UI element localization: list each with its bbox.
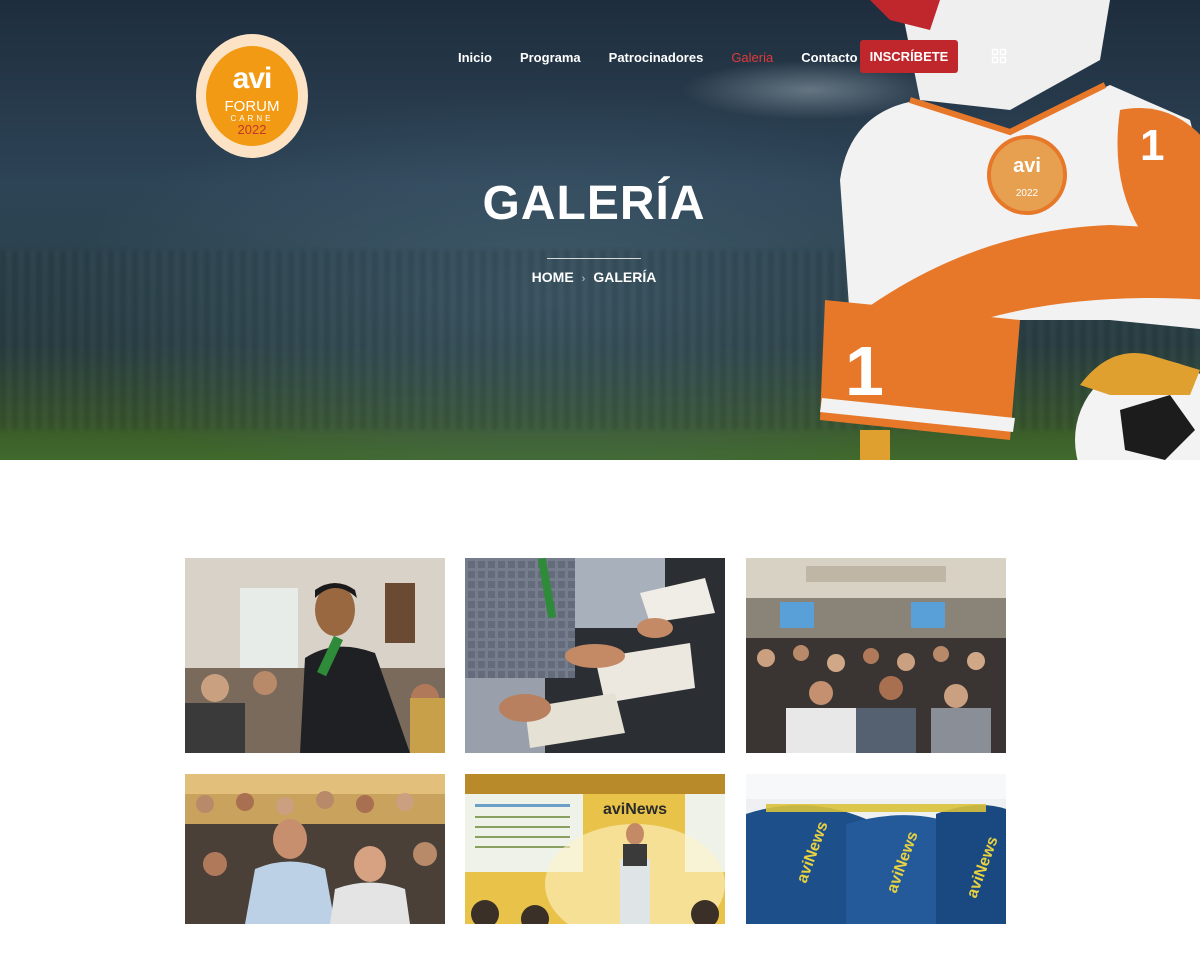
nav-item-patrocinadores[interactable]: Patrocinadores — [609, 50, 704, 65]
title-divider — [547, 258, 641, 259]
conference-speaker-photo[interactable] — [185, 558, 445, 753]
page-title: GALERÍA — [482, 177, 706, 230]
attendees-reading-photo[interactable] — [465, 558, 725, 753]
avinews-stage-photo[interactable]: aviNews — [465, 774, 725, 969]
logo-year-text: 2022 — [237, 122, 267, 137]
breadcrumb-home-link[interactable]: HOME — [532, 269, 574, 285]
nav-item-programa[interactable]: Programa — [520, 50, 581, 65]
breadcrumb-chevron-icon: › — [581, 273, 586, 285]
hero-banner: 1 avi 2022 1 avi FORUM CARNE 2022 Inicio… — [0, 0, 1200, 460]
seated-audience-photo[interactable] — [185, 774, 445, 969]
nav-item-inicio[interactable]: Inicio — [458, 50, 492, 65]
main-nav: Inicio Programa Patrocinadores Galeria C… — [458, 49, 886, 65]
breadcrumb-current: GALERÍA — [593, 269, 657, 285]
inscribete-button[interactable]: INSCRÍBETE — [860, 40, 958, 73]
sleeve-number: 1 — [1140, 121, 1164, 170]
nav-item-contacto[interactable]: Contacto — [801, 50, 857, 65]
nav-item-galeria[interactable]: Galeria — [731, 50, 773, 65]
stage-banner-label: aviNews — [603, 801, 667, 818]
breadcrumb: HOME › GALERÍA — [0, 269, 1188, 285]
auditorium-audience-photo[interactable] — [746, 558, 1006, 753]
grid-icon[interactable] — [991, 48, 1007, 64]
chest-badge-text: avi — [1013, 155, 1041, 177]
logo-avi-text: avi — [232, 62, 273, 95]
avinews-bags-photo[interactable]: aviNews aviNews aviNews — [746, 774, 1006, 969]
logo-forum-text: FORUM — [224, 98, 280, 115]
shorts-number: 1 — [845, 332, 884, 410]
aviforum-carne-logo[interactable]: avi FORUM CARNE 2022 — [196, 34, 308, 158]
